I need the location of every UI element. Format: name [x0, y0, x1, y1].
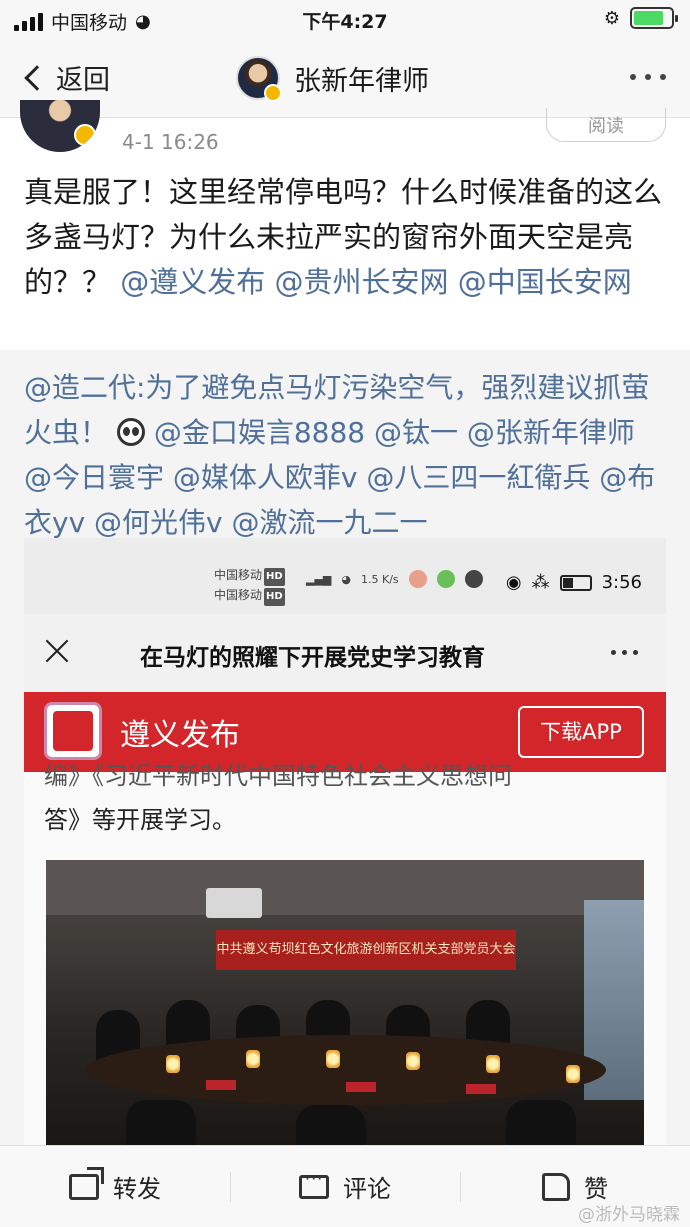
name-card	[466, 1084, 496, 1094]
embedded-title: 在马灯的照耀下开展党史学习教育	[140, 645, 485, 671]
nav-title-group[interactable]: 张新年律师	[236, 56, 429, 102]
name-card	[346, 1082, 376, 1092]
app-icon	[464, 570, 483, 588]
post-header: 4-1 16:26 阅读	[0, 100, 690, 164]
photo-person	[296, 1105, 366, 1145]
embedded-status-icons: ▂▄▆ ◕ 1.5 K/s	[306, 570, 483, 588]
post-avatar[interactable]	[20, 100, 100, 152]
repost-label: 转发	[113, 1175, 161, 1203]
net-speed: 1.5 K/s	[361, 572, 399, 586]
post-time: 4-1 16:26	[122, 130, 219, 154]
photo-table	[86, 1035, 606, 1105]
post-text: 真是服了！这里经常停电吗？什么时候准备的这么多盏马灯？为什么未拉严实的窗帘外面天…	[24, 170, 664, 305]
battery-icon	[559, 574, 592, 591]
share-icon	[69, 1166, 104, 1200]
embedded-status-right: ◉ ⁂ 3:56	[506, 572, 642, 593]
mention-link[interactable]: @中国长安网	[458, 265, 632, 299]
signal-icon: ▂▄▆	[306, 572, 332, 586]
comment-button[interactable]: 评论	[230, 1146, 460, 1227]
emoji-icon	[116, 418, 145, 446]
photo-person	[126, 1100, 196, 1145]
comment-label: 评论	[343, 1175, 391, 1203]
watermark: @浙外马晓霖	[578, 1205, 680, 1225]
health-icon	[408, 570, 427, 588]
lamp	[566, 1065, 580, 1083]
lamp	[486, 1055, 500, 1073]
chevron-left-icon	[24, 64, 50, 91]
article-line: 答》等开展学习。	[44, 806, 236, 834]
like-label: 赞	[584, 1175, 608, 1203]
photo-banner: 中共遵义苟坝红色文化旅游创新区机关支部党员大会	[216, 930, 516, 970]
bluetooth-icon: ⁂	[531, 572, 550, 593]
download-app-button[interactable]: 下载APP	[518, 706, 644, 758]
status-right: ⚙	[603, 7, 678, 29]
embedded-nav-bar: 在马灯的照耀下开展党史学习教育	[24, 614, 666, 692]
nav-bar: 返回 张新年律师	[0, 40, 690, 118]
name-card	[206, 1080, 236, 1090]
projector	[206, 888, 262, 918]
mention-link[interactable]: @遵义发布	[120, 265, 265, 299]
mention-link[interactable]: @贵州长安网	[274, 265, 448, 299]
lamp	[326, 1050, 340, 1068]
embedded-screenshot[interactable]: 中国移动 HD 中国移动 HD ▂▄▆ ◕ 1.5 K/s ◉ ⁂ 3:56 在马灯…	[24, 538, 666, 1145]
rotation-lock-icon: ⚙	[603, 7, 620, 29]
embedded-carrier: 中国移动 HD 中国移动 HD	[214, 566, 285, 606]
more-icon[interactable]	[611, 650, 638, 655]
repost-button[interactable]: 转发	[0, 1146, 230, 1227]
article-cut-line: 编》《习近平新时代中国特色社会主义思想问	[44, 762, 512, 790]
wifi-icon: ◕	[341, 572, 351, 586]
page-title: 张新年律师	[294, 65, 429, 97]
article-text: 编》《习近平新时代中国特色社会主义思想问 答》等开展学习。	[44, 754, 512, 842]
lamp	[166, 1055, 180, 1073]
photo-ceiling	[46, 860, 644, 915]
close-icon[interactable]	[42, 636, 72, 666]
meeting-photo[interactable]: 中共遵义苟坝红色文化旅游创新区机关支部党员大会	[46, 860, 644, 1145]
app-name: 遵义发布	[120, 718, 240, 753]
battery-icon	[630, 7, 678, 29]
lamp	[406, 1052, 420, 1070]
avatar	[236, 56, 282, 102]
embedded-status-bar: 中国移动 HD 中国移动 HD ▂▄▆ ◕ 1.5 K/s ◉ ⁂ 3:56	[24, 538, 666, 614]
status-time: 下午4:27	[302, 11, 388, 33]
verified-badge-icon	[74, 124, 96, 146]
comment-icon	[299, 1169, 329, 1199]
more-icon[interactable]	[630, 74, 666, 80]
repost-text: @造二代:为了避免点马灯污染空气，强烈建议抓萤火虫！ @金口娱言8888 @钛一…	[24, 365, 664, 545]
lamp	[246, 1050, 260, 1068]
read-count-button[interactable]: 阅读	[546, 108, 666, 142]
embedded-article: 编》《习近平新时代中国特色社会主义思想问 答》等开展学习。 中共遵义苟坝红色文化…	[24, 762, 666, 1145]
back-button[interactable]: 返回	[20, 58, 110, 97]
repost-card[interactable]: @造二代:为了避免点马灯污染空气，强烈建议抓萤火虫！ @金口娱言8888 @钛一…	[0, 350, 690, 1145]
back-label: 返回	[56, 65, 110, 96]
photo-person	[506, 1100, 576, 1145]
status-bar: 中国移动 ◕ 下午4:27 ⚙	[0, 0, 690, 40]
embedded-time: 3:56	[601, 572, 642, 593]
app-icon	[436, 570, 455, 588]
thumbs-up-icon	[542, 1172, 570, 1201]
eye-icon: ◉	[505, 572, 522, 593]
verified-badge-icon	[264, 84, 282, 102]
app-logo	[44, 702, 102, 760]
